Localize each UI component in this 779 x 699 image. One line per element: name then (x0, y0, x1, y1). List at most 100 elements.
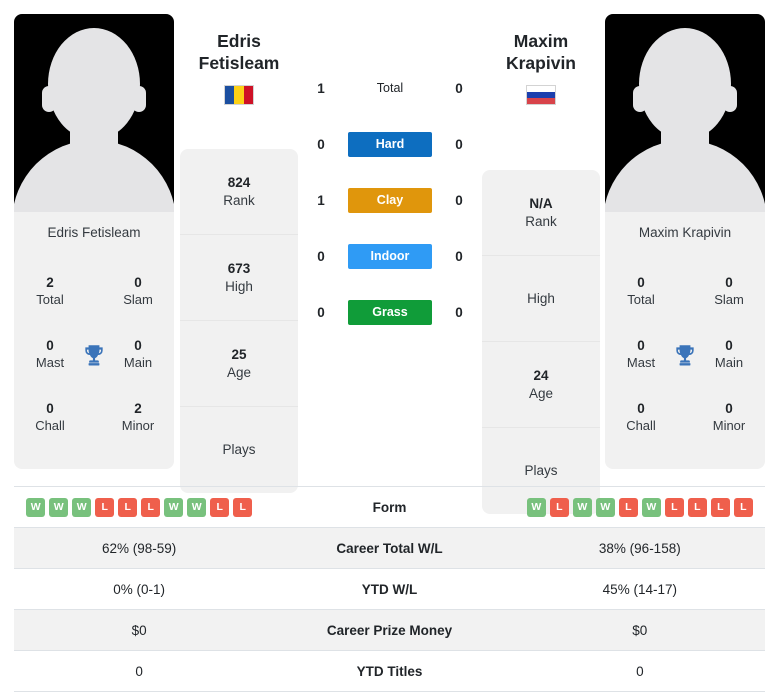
form-badge-loss: L (233, 497, 253, 517)
stat-age-value: 24 (533, 367, 549, 383)
comparison-header: Edris Fetisleam 2 Total 0 Slam 0 Mast 0 … (0, 0, 779, 514)
stat-card-right: N/A Rank High 24 Age Plays (482, 170, 600, 514)
form-badge-loss: L (549, 497, 569, 517)
titles-row: 2 Total 0 Slam (24, 260, 164, 323)
stat-rank-left: 824 Rank (180, 149, 298, 235)
surface-comparison: 1 Total 0 0 Hard 0 1 Clay 0 0 Indoor 0 0 (310, 60, 470, 340)
titles-chall-value: 0 (637, 400, 645, 416)
surface-hard-label[interactable]: Hard (348, 131, 432, 157)
stat-high-label: High (527, 290, 555, 306)
form-badge-loss: L (141, 497, 161, 517)
titles-mast-value: 0 (46, 337, 54, 353)
surface-row-clay: 1 Clay 0 (310, 172, 470, 228)
trophy-icon (79, 340, 109, 370)
form-badge-win: W (641, 497, 661, 517)
titles-row: 0 Chall 2 Minor (24, 386, 164, 449)
stat-high-left: 673 High (180, 235, 298, 321)
titles-mast-label: Mast (626, 354, 656, 370)
player-first-name-left: Edris (217, 31, 261, 51)
titles-minor-value: 2 (134, 400, 142, 416)
player-card-left[interactable]: Edris Fetisleam 2 Total 0 Slam 0 Mast 0 … (14, 14, 174, 469)
table-row-form: WWWLLLWWLL Form WLWWLWLLLL (14, 487, 765, 528)
flag-icon-russia (526, 84, 556, 105)
surface-clay-label[interactable]: Clay (348, 187, 432, 213)
trophy-icon (670, 340, 700, 370)
titles-total-value: 0 (637, 274, 645, 290)
row-value-left: 0 (135, 663, 143, 679)
surface-row-grass: 0 Grass 0 (310, 284, 470, 340)
titles-main-value: 0 (725, 337, 733, 353)
surface-row-indoor: 0 Indoor 0 (310, 228, 470, 284)
table-row: 0 YTD Titles 0 (14, 651, 765, 692)
form-badge-win: W (572, 497, 592, 517)
row-value-right: 0 (636, 663, 644, 679)
titles-slam-label: Slam (714, 291, 744, 307)
player-photo-name-left: Edris Fetisleam (14, 212, 174, 254)
avatar-body-icon (14, 140, 174, 212)
titles-row: 0 Chall 0 Minor (615, 386, 755, 449)
titles-minor-label: Minor (121, 417, 155, 433)
titles-chall-label: Chall (35, 417, 65, 433)
titles-row: 0 Mast 0 Main (615, 323, 755, 386)
titles-slam-right: 0 Slam (703, 275, 755, 308)
table-row: $0 Career Prize Money $0 (14, 610, 765, 651)
titles-total-left: 2 Total (24, 275, 76, 308)
titles-total-label: Total (36, 291, 64, 307)
surface-total-label: Total (376, 80, 404, 95)
surface-clay-left-value: 1 (317, 192, 325, 208)
titles-total-label: Total (627, 291, 655, 307)
surface-grass-right-value: 0 (455, 304, 463, 320)
titles-mast-right: 0 Mast (615, 338, 667, 371)
form-badge-loss: L (687, 497, 707, 517)
titles-main-label: Main (714, 354, 744, 370)
stat-age-label: Age (528, 385, 554, 401)
player-first-name-right: Maxim (513, 31, 569, 51)
stat-high-right: High (482, 256, 600, 342)
titles-mast-value: 0 (637, 337, 645, 353)
stat-rank-value: N/A (529, 195, 553, 211)
surface-indoor-label[interactable]: Indoor (348, 243, 432, 269)
stat-age-label: Age (226, 364, 252, 380)
row-value-right: 38% (96-158) (598, 540, 681, 556)
titles-main-left: 0 Main (112, 338, 164, 371)
titles-grid-left: 2 Total 0 Slam 0 Mast 0 Main 0 Chall 2 M… (14, 254, 174, 459)
titles-minor-label: Minor (712, 417, 746, 433)
form-badge-win: W (526, 497, 546, 517)
flag-icon-romania (224, 84, 254, 105)
player-comparison-page: Edris Fetisleam 2 Total 0 Slam 0 Mast 0 … (0, 0, 779, 699)
titles-minor-right: 0 Minor (703, 401, 755, 434)
avatar-ear-right-icon (132, 86, 146, 112)
titles-chall-label: Chall (626, 417, 656, 433)
row-label: Career Prize Money (326, 622, 453, 638)
avatar-ear-left-icon (633, 86, 647, 112)
surface-grass-label[interactable]: Grass (348, 299, 432, 325)
form-badge-loss: L (618, 497, 638, 517)
titles-slam-left: 0 Slam (112, 275, 164, 308)
titles-row: 0 Mast 0 Main (24, 323, 164, 386)
form-badge-loss: L (95, 497, 115, 517)
avatar-body-icon (605, 140, 765, 212)
row-label: YTD W/L (361, 581, 418, 597)
form-label: Form (372, 499, 407, 515)
titles-grid-right: 0 Total 0 Slam 0 Mast 0 Main 0 Chall 0 M… (605, 254, 765, 459)
stat-age-right: 24 Age (482, 342, 600, 428)
form-badge-win: W (595, 497, 615, 517)
player-card-right[interactable]: Maxim Krapivin 0 Total 0 Slam 0 Mast 0 M… (605, 14, 765, 469)
form-badge-win: W (164, 497, 184, 517)
form-left: WWWLLLWWLL (14, 497, 264, 517)
titles-mast-left: 0 Mast (24, 338, 76, 371)
surface-clay-right-value: 0 (455, 192, 463, 208)
surface-hard-left-value: 0 (317, 136, 325, 152)
player-photo-name-right: Maxim Krapivin (605, 212, 765, 254)
stat-rank-right: N/A Rank (482, 170, 600, 256)
form-badges-right: WLWWLWLLLL (515, 497, 765, 517)
row-label: Career Total W/L (336, 540, 443, 556)
titles-main-right: 0 Main (703, 338, 755, 371)
table-row: 62% (98-59) Career Total W/L 38% (96-158… (14, 528, 765, 569)
avatar-ear-right-icon (723, 86, 737, 112)
form-badge-loss: L (210, 497, 230, 517)
titles-minor-value: 0 (725, 400, 733, 416)
row-value-left: 62% (98-59) (102, 540, 177, 556)
player-photo-left (14, 14, 174, 212)
titles-chall-left: 0 Chall (24, 401, 76, 434)
